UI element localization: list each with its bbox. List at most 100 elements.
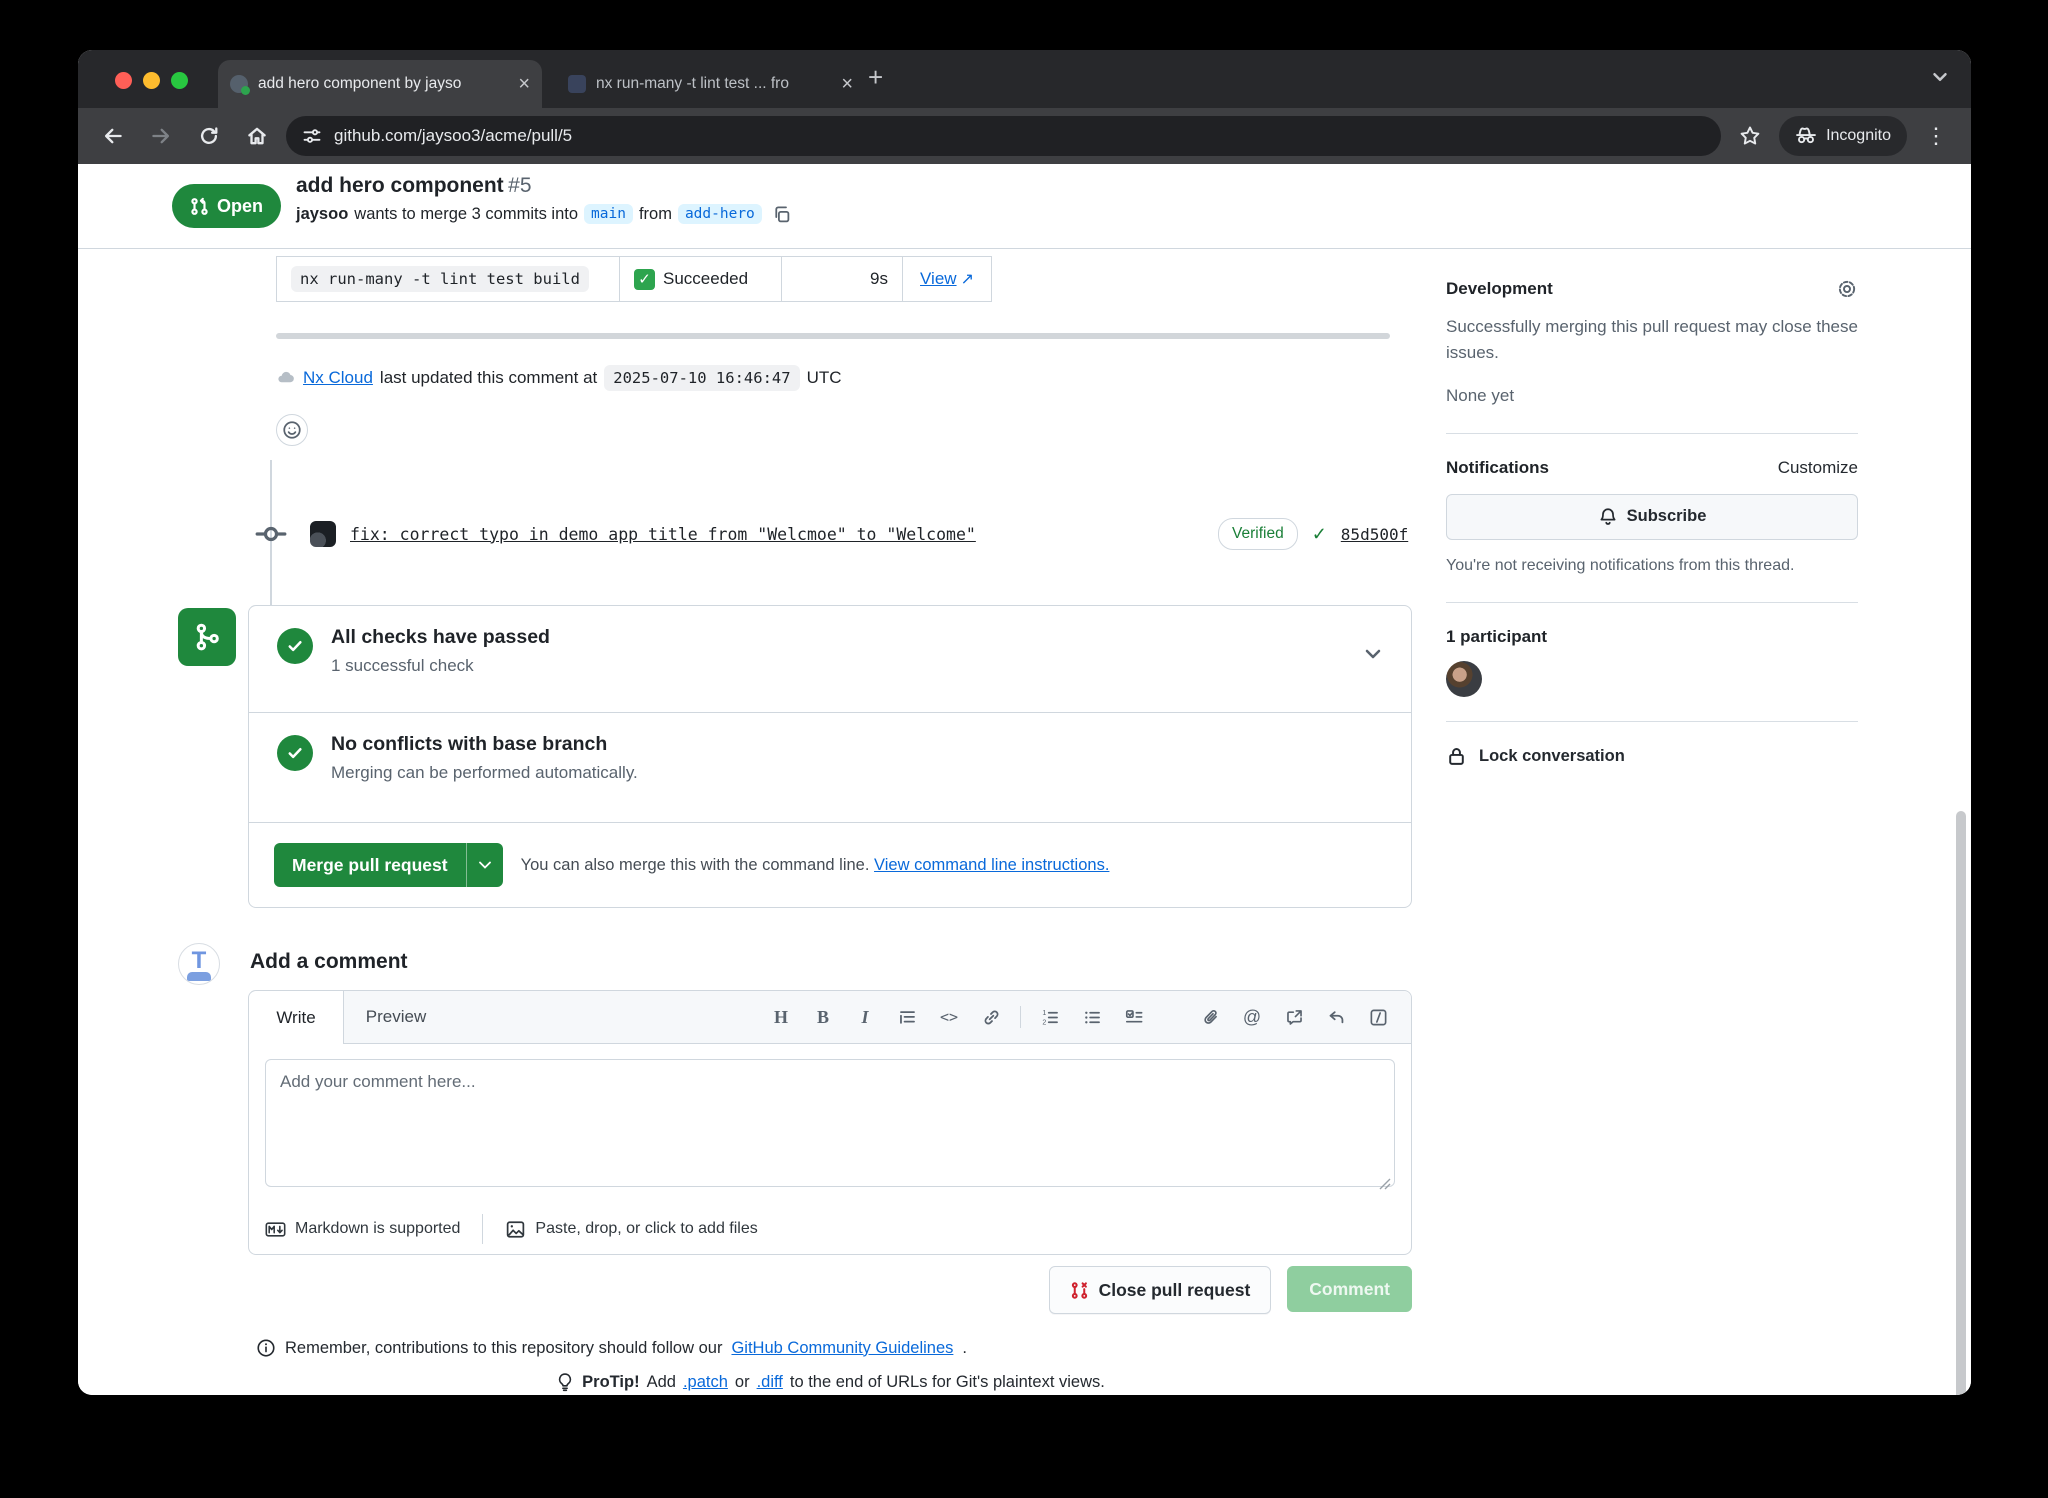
check-circle-icon <box>277 735 313 771</box>
protip-post: to the end of URLs for Git's plaintext v… <box>790 1373 1105 1392</box>
no-conflicts-section: No conflicts with base branch Merging ca… <box>249 713 1411 823</box>
subscribe-button[interactable]: Subscribe <box>1446 494 1858 540</box>
merge-options-caret[interactable] <box>466 843 503 887</box>
quote-icon[interactable] <box>890 1000 924 1034</box>
mention-icon[interactable]: @ <box>1235 1000 1269 1034</box>
commit-row: fix: correct typo in demo app title from… <box>254 516 1257 552</box>
attach-file-icon[interactable] <box>1193 1000 1227 1034</box>
page-scrollbar-thumb[interactable] <box>1956 811 1966 1395</box>
tab-close-icon[interactable]: × <box>518 74 530 94</box>
site-settings-icon[interactable] <box>302 126 322 146</box>
guidelines-note: Remember, contributions to this reposito… <box>256 1338 967 1358</box>
comment-input[interactable] <box>265 1059 1395 1187</box>
smiley-icon <box>282 420 302 440</box>
merge-pull-request-button[interactable]: Merge pull request <box>274 843 503 887</box>
success-check-icon: ✓ <box>634 269 655 290</box>
chevron-down-icon[interactable] <box>1361 642 1385 671</box>
commit-sha-link[interactable]: 85d500f <box>1341 525 1408 544</box>
protip-or: or <box>735 1373 750 1392</box>
no-conflicts-title: No conflicts with base branch <box>331 733 1383 756</box>
bell-icon <box>1598 507 1618 527</box>
tab-preview[interactable]: Preview <box>344 991 448 1043</box>
external-arrow-icon[interactable]: ↗ <box>961 269 974 289</box>
protip-diff-link[interactable]: .diff <box>757 1373 783 1392</box>
reload-button[interactable] <box>190 117 228 155</box>
merge-button-label[interactable]: Merge pull request <box>274 855 466 876</box>
bookmark-star-icon[interactable] <box>1731 117 1769 155</box>
tab-nx-run[interactable]: nx run-many -t lint test ... fro × <box>556 64 865 104</box>
verified-badge[interactable]: Verified <box>1218 518 1298 550</box>
markdown-note[interactable]: Markdown is supported <box>265 1219 460 1240</box>
heading-icon[interactable]: H <box>764 1000 798 1034</box>
link-icon[interactable] <box>974 1000 1008 1034</box>
view-link[interactable]: View <box>920 269 957 289</box>
protip-note: ProTip! Add .patch or .diff to the end o… <box>248 1372 1412 1392</box>
ordered-list-icon[interactable]: 12 <box>1033 1000 1067 1034</box>
nx-favicon <box>568 75 586 93</box>
base-branch-label[interactable]: main <box>584 204 633 224</box>
back-button[interactable] <box>94 117 132 155</box>
traffic-minimize-button[interactable] <box>143 72 160 89</box>
guidelines-link[interactable]: GitHub Community Guidelines <box>731 1339 953 1358</box>
tab-search-chevron-icon[interactable] <box>1929 66 1951 93</box>
add-reaction-button[interactable] <box>276 414 308 446</box>
bold-icon[interactable]: B <box>806 1000 840 1034</box>
horizontal-scrollbar[interactable] <box>276 333 1390 339</box>
pr-sidebar: Development Successfully merging this pu… <box>1446 278 1858 767</box>
checks-table: nx run-many -t lint test build ✓ Succeed… <box>276 256 992 302</box>
code-icon[interactable]: <> <box>932 1000 966 1034</box>
notifications-note: You're not receiving notifications from … <box>1446 554 1858 578</box>
comment-button[interactable]: Comment <box>1287 1266 1412 1312</box>
checks-passed-section[interactable]: All checks have passed 1 successful chec… <box>249 606 1411 713</box>
check-name-cell: nx run-many -t lint test build <box>277 257 620 301</box>
head-branch-label[interactable]: add-hero <box>678 204 762 224</box>
markdown-icon <box>265 1219 286 1240</box>
customize-link[interactable]: Customize <box>1778 458 1858 478</box>
close-pull-request-button[interactable]: Close pull request <box>1049 1266 1272 1314</box>
markdown-toolbar: H B I <> 12 <box>448 991 1411 1043</box>
home-button[interactable] <box>238 117 276 155</box>
check-circle-icon <box>277 628 313 664</box>
lock-conversation-button[interactable]: Lock conversation <box>1446 746 1858 767</box>
participant-avatar[interactable] <box>1446 661 1482 697</box>
svg-text:2: 2 <box>1042 1018 1046 1026</box>
reply-icon[interactable] <box>1319 1000 1353 1034</box>
gear-icon[interactable] <box>1836 278 1858 300</box>
tab-close-icon[interactable]: × <box>841 74 853 94</box>
check-status-cell: ✓ Succeeded <box>620 257 782 301</box>
forward-button[interactable] <box>142 117 180 155</box>
pr-state-label: Open <box>217 196 263 217</box>
pr-author[interactable]: jaysoo <box>296 205 348 224</box>
traffic-close-button[interactable] <box>115 72 132 89</box>
task-list-icon[interactable] <box>1117 1000 1151 1034</box>
svg-text:1: 1 <box>1042 1009 1046 1017</box>
commit-author-avatar[interactable] <box>310 521 336 547</box>
tab-pull-request[interactable]: add hero component by jayso × <box>218 60 542 108</box>
pr-merge-text: wants to merge 3 commits into <box>354 205 578 224</box>
cloud-icon <box>276 368 296 388</box>
subscribe-label: Subscribe <box>1627 507 1707 526</box>
commit-message-link[interactable]: fix: correct typo in demo app title from… <box>350 525 976 544</box>
resize-grip[interactable] <box>1379 1177 1391 1195</box>
copy-icon[interactable] <box>772 205 791 224</box>
merge-actions-section: Merge pull request You can also merge th… <box>249 823 1411 907</box>
bullet-list-icon[interactable] <box>1075 1000 1109 1034</box>
tab-write[interactable]: Write <box>249 991 344 1044</box>
cli-text: You can also merge this with the command… <box>521 856 870 874</box>
italic-icon[interactable]: I <box>848 1000 882 1034</box>
cli-instructions-link[interactable]: View command line instructions. <box>874 856 1109 874</box>
new-tab-button[interactable]: + <box>868 64 883 90</box>
browser-toolbar: github.com/jaysoo3/acme/pull/5 Incognito… <box>78 108 1971 164</box>
notifications-title: Notifications <box>1446 458 1549 478</box>
traffic-zoom-button[interactable] <box>171 72 188 89</box>
saved-replies-icon[interactable] <box>1277 1000 1311 1034</box>
comment-form-footer: Markdown is supported Paste, drop, or cl… <box>265 1204 1395 1254</box>
paste-files-note[interactable]: Paste, drop, or click to add files <box>505 1219 757 1240</box>
browser-menu-kebab-icon[interactable]: ⋮ <box>1917 117 1955 155</box>
pr-content: nx run-many -t lint test build ✓ Succeed… <box>78 248 1971 1395</box>
nx-cloud-link[interactable]: Nx Cloud <box>303 368 373 388</box>
slash-commands-icon[interactable] <box>1361 1000 1395 1034</box>
url-text: github.com/jaysoo3/acme/pull/5 <box>334 126 572 146</box>
address-bar[interactable]: github.com/jaysoo3/acme/pull/5 <box>286 116 1721 156</box>
protip-patch-link[interactable]: .patch <box>683 1373 728 1392</box>
